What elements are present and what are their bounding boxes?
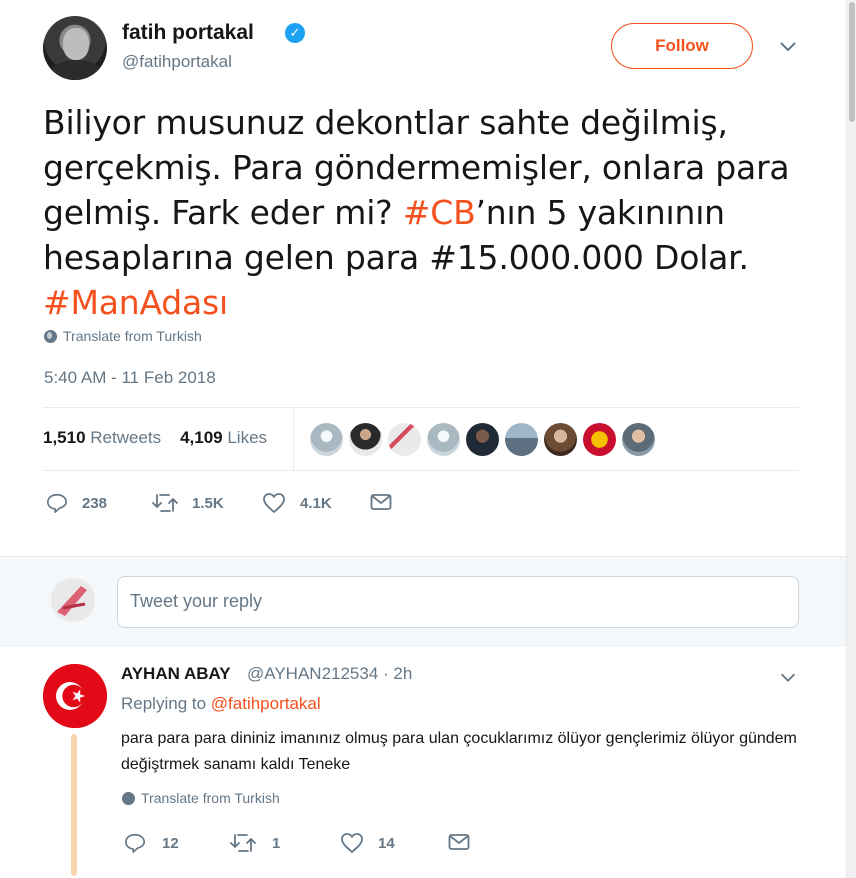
turkish-flag-icon (43, 664, 107, 728)
likes-label: Likes (227, 428, 268, 447)
reply-count: 12 (162, 835, 179, 852)
verified-badge-icon: ✓ (285, 23, 305, 43)
liker-avatar[interactable] (583, 423, 616, 456)
retweet-count: 1.5K (192, 495, 224, 512)
main-tweet: fatih portakal ✓ @fatihportakal Follow B… (0, 0, 846, 556)
reply-button[interactable]: 12 (124, 830, 194, 856)
reply-icon (47, 493, 67, 513)
likes-stat[interactable]: 4,109 Likes (180, 428, 267, 447)
like-count: 4.1K (300, 495, 332, 512)
reply-composer: Tweet your reply (0, 556, 846, 646)
author-name[interactable]: fatih portakal (122, 21, 254, 45)
hashtag-link[interactable]: #ManAdası (43, 283, 228, 322)
direct-message-button[interactable] (448, 830, 472, 856)
like-button[interactable]: 4.1K (262, 490, 352, 516)
retweets-count: 1,510 (43, 428, 86, 447)
like-button[interactable]: 14 (340, 830, 410, 856)
retweet-icon (230, 834, 256, 852)
liker-avatar[interactable] (544, 423, 577, 456)
retweet-count: 1 (272, 835, 281, 852)
like-count: 14 (378, 835, 395, 852)
translate-link[interactable]: Translate from Turkish (44, 328, 202, 344)
liker-avatar[interactable] (427, 423, 460, 456)
reply-author-handle[interactable]: @AYHAN212534 · 2h (247, 664, 412, 684)
liker-avatar[interactable] (505, 423, 538, 456)
reply-tweet: AYHAN ABAY @AYHAN212534 · 2h Replying to… (0, 646, 846, 878)
translate-label: Translate from Turkish (63, 328, 202, 344)
replying-to: Replying to @fatihportakal (121, 694, 321, 714)
avatar-face (63, 28, 89, 60)
chevron-down-icon[interactable] (777, 666, 799, 693)
reply-author-name[interactable]: AYHAN ABAY (121, 664, 231, 684)
author-avatar[interactable] (43, 16, 107, 80)
tweet-text: Biliyor musunuz dekontlar sahte değilmiş… (43, 100, 823, 325)
reply-author-avatar[interactable] (43, 664, 107, 728)
envelope-icon (448, 834, 470, 850)
author-handle[interactable]: @fatihportakal (122, 52, 232, 72)
mention-link[interactable]: @fatihportakal (211, 694, 321, 713)
vertical-scrollbar[interactable] (846, 0, 856, 878)
globe-icon (122, 792, 135, 805)
retweet-button[interactable]: 1.5K (152, 490, 242, 516)
liker-avatar[interactable] (349, 423, 382, 456)
envelope-icon (370, 494, 392, 510)
retweet-icon (152, 494, 178, 512)
likes-count: 4,109 (180, 428, 223, 447)
heart-icon (341, 833, 363, 853)
avatar-art (51, 578, 95, 622)
liker-avatar[interactable] (310, 423, 343, 456)
globe-icon (44, 330, 57, 343)
translate-link[interactable]: Translate from Turkish (122, 790, 280, 806)
replying-prefix: Replying to (121, 694, 207, 713)
follow-button[interactable]: Follow (611, 23, 753, 69)
scrollbar-thumb[interactable] (849, 2, 855, 122)
stats-divider (293, 408, 294, 470)
heart-icon (263, 493, 285, 513)
reply-icon (125, 833, 145, 853)
tweet-stats: 1,510 Retweets 4,109 Likes (43, 407, 799, 471)
thread-line (71, 734, 77, 876)
stats-counts: 1,510 Retweets 4,109 Likes (43, 428, 267, 448)
reply-text: para para para dininiz imanınız olmuş pa… (121, 730, 797, 773)
liker-avatar[interactable] (466, 423, 499, 456)
tweet-timestamp[interactable]: 5:40 AM - 11 Feb 2018 (44, 368, 216, 388)
translate-label: Translate from Turkish (141, 790, 280, 806)
avatar-shoulders (49, 60, 103, 80)
reply-button[interactable]: 238 (46, 490, 126, 516)
hashtag-link[interactable]: #CB (403, 193, 476, 232)
retweet-button[interactable]: 1 (230, 830, 300, 856)
liker-avatar[interactable] (622, 423, 655, 456)
reply-count: 238 (82, 495, 108, 512)
chevron-down-icon[interactable] (776, 34, 800, 58)
reply-input[interactable]: Tweet your reply (117, 576, 799, 628)
liker-avatar[interactable] (388, 423, 421, 456)
retweets-stat[interactable]: 1,510 Retweets (43, 428, 161, 447)
current-user-avatar[interactable] (51, 578, 95, 622)
retweets-label: Retweets (90, 428, 162, 447)
direct-message-button[interactable] (370, 490, 394, 516)
